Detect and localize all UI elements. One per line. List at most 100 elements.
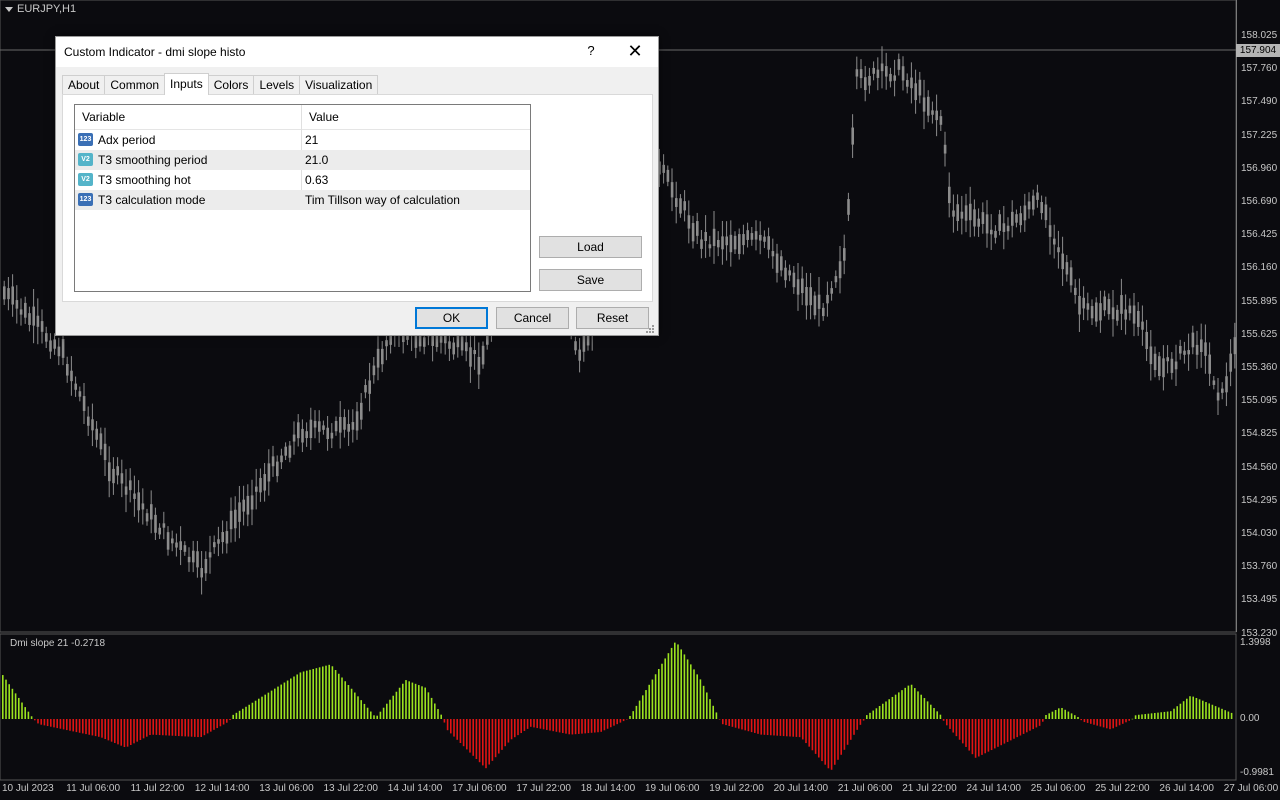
close-icon[interactable]: ✕ xyxy=(622,40,648,64)
table-row[interactable]: 123 T3 calculation mode Tim Tillson way … xyxy=(75,190,530,210)
row-value[interactable]: 21.0 xyxy=(305,150,328,170)
double-type-icon: V2 xyxy=(78,153,93,166)
candle-body xyxy=(712,228,716,247)
histogram-bar xyxy=(1208,703,1210,719)
indicator-label: Dmi slope 21 -0.2718 xyxy=(10,638,106,649)
time-axis[interactable]: 10 Jul 2023 11 Jul 06:00 11 Jul 22:00 12 Ju… xyxy=(0,780,1278,800)
histogram-bar xyxy=(555,719,558,732)
histogram-bar xyxy=(514,719,516,738)
row-value[interactable]: 21 xyxy=(305,130,318,150)
integer-type-icon: 123 xyxy=(78,193,93,206)
histogram-bar xyxy=(1096,719,1098,726)
histogram-bar xyxy=(728,719,730,726)
candle-body xyxy=(939,116,943,125)
price-axis[interactable]: 158.025 157.760 157.490 157.225 156.960 156.6… xyxy=(1236,0,1280,639)
histogram-bar xyxy=(443,719,446,723)
candle-body xyxy=(40,321,44,332)
candle-body xyxy=(82,396,86,411)
histogram-bar xyxy=(792,719,794,737)
histogram-bar xyxy=(414,683,417,719)
resize-grip-icon[interactable] xyxy=(646,325,654,333)
histogram-bar xyxy=(1182,701,1185,719)
candle-body xyxy=(859,69,863,79)
candle-body xyxy=(1132,305,1136,324)
histogram-bar xyxy=(840,719,842,755)
row-value[interactable]: 0.63 xyxy=(305,170,328,190)
candle-body xyxy=(74,383,77,390)
histogram-bar xyxy=(1064,709,1066,719)
histogram-bar xyxy=(142,719,145,739)
histogram-bar xyxy=(94,719,97,737)
candle-body xyxy=(691,223,695,242)
candle-body xyxy=(360,402,363,420)
table-row[interactable]: V2 T3 smoothing period 21.0 xyxy=(75,150,530,170)
histogram-bar xyxy=(238,710,241,719)
ok-button[interactable]: OK xyxy=(415,307,488,329)
candle-body xyxy=(1019,213,1022,226)
table-row[interactable]: V2 T3 smoothing hot 0.63 xyxy=(75,170,530,190)
column-variable[interactable]: Variable xyxy=(75,105,301,129)
cancel-button[interactable]: Cancel xyxy=(496,307,569,329)
candle-body xyxy=(1212,380,1216,385)
tab-colors[interactable]: Colors xyxy=(207,75,255,95)
save-button[interactable]: Save xyxy=(539,269,642,291)
dialog-titlebar[interactable]: Custom Indicator - dmi slope histo ? ✕ xyxy=(56,37,658,67)
histogram-bar xyxy=(587,719,590,734)
candle-body xyxy=(1195,344,1199,355)
candle-body xyxy=(133,493,136,499)
histogram-bar xyxy=(862,719,865,721)
candle-body xyxy=(225,531,229,544)
histogram-bar xyxy=(661,663,663,719)
histogram-bar xyxy=(34,719,36,721)
histogram-bar xyxy=(754,719,756,733)
histogram-bar xyxy=(245,706,247,719)
tab-visualization[interactable]: Visualization xyxy=(299,75,379,95)
price-tick: 155.095 xyxy=(1241,395,1278,407)
candle-body xyxy=(981,212,985,224)
candle-body xyxy=(1082,297,1085,309)
tab-levels[interactable]: Levels xyxy=(253,75,301,95)
histogram-bar xyxy=(869,712,871,719)
histogram-bar xyxy=(930,704,932,719)
histogram-bar xyxy=(818,719,820,758)
histogram-bar xyxy=(197,719,199,738)
candle-body xyxy=(805,287,808,306)
histogram-bar xyxy=(894,694,897,719)
candle-body xyxy=(956,204,959,222)
table-row[interactable]: 123 Adx period 21 xyxy=(75,130,530,150)
histogram-bar xyxy=(174,719,177,736)
histogram-bar xyxy=(718,719,721,720)
histogram-bar xyxy=(584,719,586,734)
histogram-bar xyxy=(325,665,327,719)
tab-about[interactable]: About xyxy=(62,75,106,95)
histogram-bar xyxy=(437,709,439,719)
indicator-tick-max: 1.3998 xyxy=(1240,637,1271,648)
symbol-label[interactable]: EURJPY,H1 xyxy=(5,3,76,15)
candle-body xyxy=(301,428,304,443)
histogram-bar xyxy=(434,703,436,719)
candle-body xyxy=(339,416,342,433)
reset-button[interactable]: Reset xyxy=(576,307,649,329)
histogram-bar xyxy=(386,703,388,719)
histogram-bar xyxy=(133,719,135,744)
tab-common[interactable]: Common xyxy=(104,75,166,95)
histogram-bar xyxy=(926,701,929,719)
histogram-bar xyxy=(571,719,574,735)
candle-body xyxy=(901,66,905,81)
histogram-bar xyxy=(501,719,503,750)
candle-body xyxy=(322,425,325,430)
histogram-bar xyxy=(952,719,954,733)
histogram-bar xyxy=(578,719,580,734)
load-button[interactable]: Load xyxy=(539,236,642,258)
candle-body xyxy=(179,541,182,550)
histogram-bar xyxy=(686,659,689,719)
candle-body xyxy=(1023,205,1027,221)
row-value[interactable]: Tim Tillson way of calculation xyxy=(305,190,460,210)
dropdown-triangle-icon[interactable] xyxy=(5,6,13,12)
candle-body xyxy=(1086,303,1090,310)
candle-body xyxy=(418,335,422,347)
tab-inputs[interactable]: Inputs xyxy=(164,73,209,95)
histogram-bar xyxy=(552,719,554,732)
help-button[interactable]: ? xyxy=(584,43,598,58)
column-value[interactable]: Value xyxy=(302,105,530,129)
